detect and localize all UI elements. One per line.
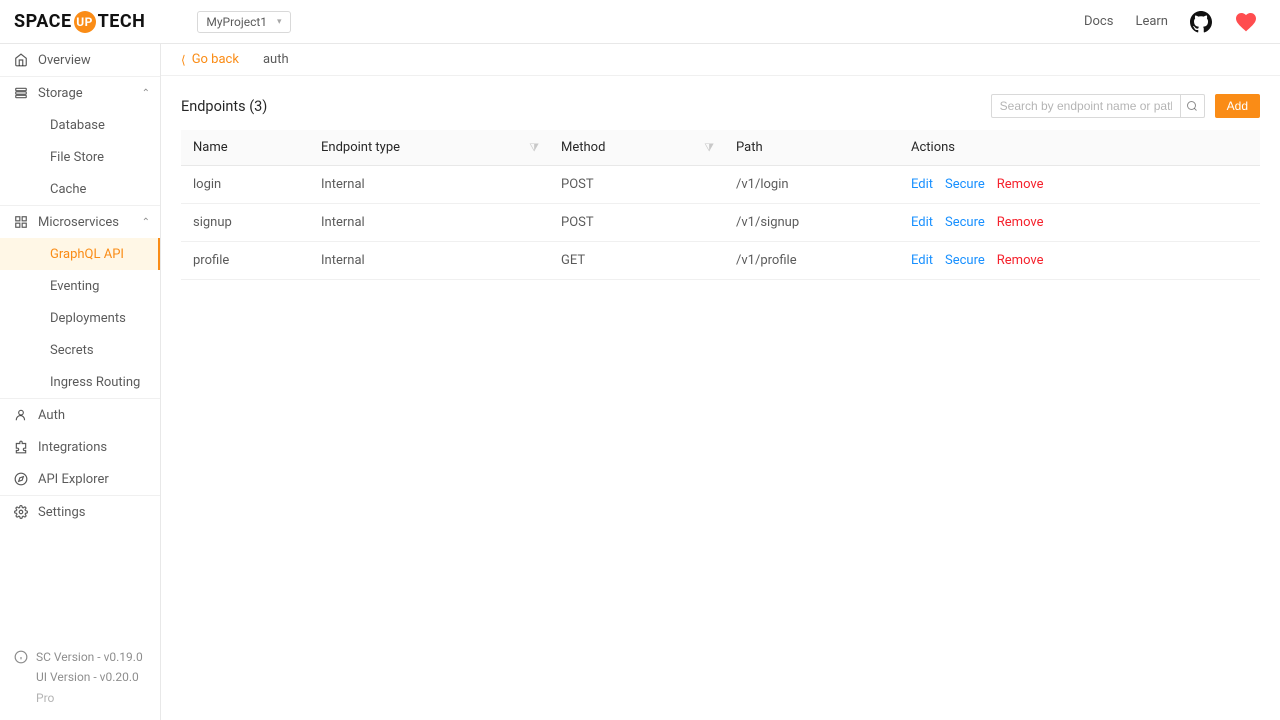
search-input[interactable] (991, 94, 1181, 118)
project-name: MyProject1 (206, 15, 267, 29)
sidebar-item-deployments[interactable]: Deployments (0, 302, 160, 334)
project-selector[interactable]: MyProject1 ▾ (197, 11, 290, 33)
cell-name: signup (181, 204, 309, 242)
sidebar-item-filestore[interactable]: File Store (0, 141, 160, 173)
breadcrumb-current: auth (263, 52, 289, 67)
cell-name: login (181, 166, 309, 204)
endpoints-table: Name Endpoint type⧩ Method⧩ Path Actions… (181, 130, 1260, 280)
heart-icon[interactable] (1234, 10, 1258, 34)
cell-type: Internal (309, 242, 549, 280)
cell-actions: Edit Secure Remove (899, 204, 1260, 242)
logo-badge: UP (74, 11, 96, 33)
filter-icon: ⧩ (704, 141, 714, 155)
compass-icon (14, 472, 28, 486)
chevron-up-icon: ⌃ (142, 217, 150, 228)
plan: Pro (36, 688, 146, 708)
secure-link[interactable]: Secure (945, 177, 985, 192)
sidebar-item-label: Settings (38, 505, 85, 520)
cell-path: /v1/profile (724, 242, 899, 280)
go-back-link[interactable]: ⟨ Go back (181, 52, 239, 67)
th-type[interactable]: Endpoint type⧩ (309, 130, 549, 166)
sidebar-item-label: Storage (38, 86, 83, 101)
sidebar-footer: SC Version - v0.19.0 UI Version - v0.20.… (0, 637, 160, 720)
th-actions: Actions (899, 130, 1260, 166)
cell-actions: Edit Secure Remove (899, 242, 1260, 280)
cell-actions: Edit Secure Remove (899, 166, 1260, 204)
filter-icon: ⧩ (529, 141, 539, 155)
chevron-left-icon: ⟨ (181, 53, 186, 67)
services-icon (14, 215, 28, 229)
edit-link[interactable]: Edit (911, 215, 933, 230)
remove-link[interactable]: Remove (997, 215, 1044, 230)
sidebar-item-database[interactable]: Database (0, 109, 160, 141)
cell-type: Internal (309, 204, 549, 242)
logo: SPACEUPTECH (14, 11, 145, 33)
main: ⟨ Go back auth Endpoints (3) Add (161, 44, 1280, 720)
remove-link[interactable]: Remove (997, 177, 1044, 192)
edit-link[interactable]: Edit (911, 253, 933, 268)
learn-link[interactable]: Learn (1135, 14, 1168, 29)
cell-path: /v1/signup (724, 204, 899, 242)
puzzle-icon (14, 440, 28, 454)
sidebar-item-overview[interactable]: Overview (0, 44, 160, 76)
sidebar-item-label: Overview (38, 53, 91, 68)
sidebar-item-label: Auth (38, 408, 65, 423)
database-icon (14, 86, 28, 100)
sidebar-item-auth[interactable]: Auth (0, 399, 160, 431)
breadcrumb: ⟨ Go back auth (161, 44, 1280, 76)
page-title: Endpoints (3) (181, 98, 267, 115)
topbar: SPACEUPTECH MyProject1 ▾ Docs Learn (0, 0, 1280, 44)
sidebar-item-cache[interactable]: Cache (0, 173, 160, 205)
ui-version: UI Version - v0.20.0 (36, 667, 146, 687)
cell-type: Internal (309, 166, 549, 204)
search-icon (1186, 100, 1198, 112)
docs-link[interactable]: Docs (1084, 14, 1113, 29)
info-icon (14, 650, 28, 664)
th-method[interactable]: Method⧩ (549, 130, 724, 166)
cell-method: GET (549, 242, 724, 280)
table-row: signupInternalPOST/v1/signup Edit Secure Re… (181, 204, 1260, 242)
sidebar-item-graphql[interactable]: GraphQL API (0, 238, 160, 270)
sidebar-item-label: API Explorer (38, 472, 109, 487)
sidebar-item-label: Integrations (38, 440, 107, 455)
sidebar: Overview Storage ⌃ Database File Store C… (0, 44, 161, 720)
github-icon[interactable] (1190, 11, 1212, 33)
sidebar-item-eventing[interactable]: Eventing (0, 270, 160, 302)
chevron-up-icon: ⌃ (142, 88, 150, 99)
cell-name: profile (181, 242, 309, 280)
table-row: profileInternalGET/v1/profile Edit Secure R… (181, 242, 1260, 280)
sidebar-item-settings[interactable]: Settings (0, 496, 160, 528)
caret-down-icon: ▾ (277, 17, 282, 27)
secure-link[interactable]: Secure (945, 215, 985, 230)
table-row: loginInternalPOST/v1/login Edit Secure Remo… (181, 166, 1260, 204)
sidebar-item-label: Microservices (38, 215, 119, 230)
add-button[interactable]: Add (1215, 94, 1260, 118)
user-icon (14, 408, 28, 422)
sidebar-item-integrations[interactable]: Integrations (0, 431, 160, 463)
remove-link[interactable]: Remove (997, 253, 1044, 268)
gear-icon (14, 505, 28, 519)
cell-method: POST (549, 204, 724, 242)
home-icon (14, 53, 28, 67)
search-button[interactable] (1181, 94, 1205, 118)
secure-link[interactable]: Secure (945, 253, 985, 268)
sidebar-item-secrets[interactable]: Secrets (0, 334, 160, 366)
edit-link[interactable]: Edit (911, 177, 933, 192)
sidebar-item-storage[interactable]: Storage ⌃ (0, 77, 160, 109)
th-path: Path (724, 130, 899, 166)
sidebar-item-microservices[interactable]: Microservices ⌃ (0, 206, 160, 238)
sc-version: SC Version - v0.19.0 (36, 647, 143, 667)
sidebar-item-api-explorer[interactable]: API Explorer (0, 463, 160, 495)
cell-path: /v1/login (724, 166, 899, 204)
sidebar-item-ingress[interactable]: Ingress Routing (0, 366, 160, 398)
th-name: Name (181, 130, 309, 166)
cell-method: POST (549, 166, 724, 204)
